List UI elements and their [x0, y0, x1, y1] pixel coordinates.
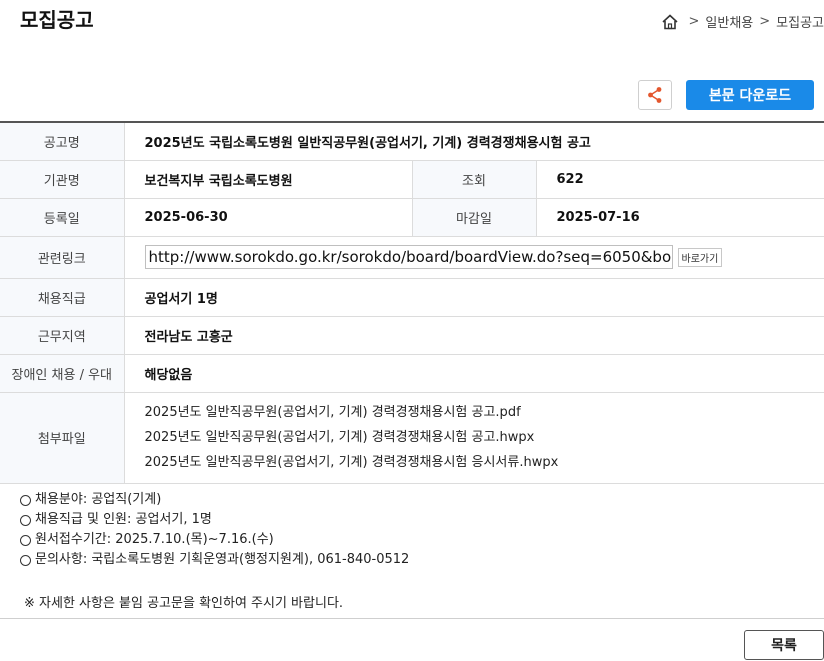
- label-title: 공고명: [0, 121, 125, 161]
- share-button[interactable]: [638, 80, 672, 110]
- list-button[interactable]: 목록: [744, 630, 824, 660]
- share-icon: [648, 87, 662, 103]
- note-text: 채용분야: 공업직(기계): [35, 492, 162, 507]
- breadcrumb-separator: >: [759, 14, 771, 29]
- value-link-cell: http://www.sorokdo.go.kr/sorokdo/board/b…: [124, 236, 824, 279]
- label-location: 근무지역: [0, 316, 125, 355]
- attachment-link[interactable]: 2025년도 일반직공무원(공업서기, 기계) 경력경쟁채용시험 공고.pdf: [145, 400, 824, 425]
- row-location: 근무지역 전라남도 고흥군: [0, 316, 824, 355]
- label-link: 관련링크: [0, 236, 125, 279]
- note-item: 문의사항: 국립소록도병원 기획운영과(행정지원계), 061-840-0512: [20, 550, 409, 570]
- download-body-button[interactable]: 본문 다운로드: [686, 80, 814, 110]
- note-text: 채용직급 및 인원: 공업서기, 1명: [35, 512, 212, 527]
- breadcrumb-item-general-hiring[interactable]: 일반채용: [705, 12, 753, 31]
- attachment-notice: ※ 자세한 사항은 붙임 공고문을 확인하여 주시기 바랍니다.: [24, 596, 344, 611]
- label-registered: 등록일: [0, 198, 125, 237]
- label-position: 채용직급: [0, 278, 125, 317]
- label-agency: 기관명: [0, 160, 125, 199]
- value-views: 622: [536, 160, 824, 199]
- breadcrumb: > 일반채용 > 모집공고: [661, 12, 824, 31]
- row-position: 채용직급 공업서기 1명: [0, 278, 824, 317]
- row-attachments: 첨부파일 2025년도 일반직공무원(공업서기, 기계) 경력경쟁채용시험 공고…: [0, 392, 824, 484]
- note-text: 원서접수기간: 2025.7.10.(목)~7.16.(수): [35, 532, 274, 547]
- circle-bullet-icon: [20, 554, 31, 566]
- value-position: 공업서기 1명: [124, 278, 824, 317]
- home-icon[interactable]: [661, 13, 679, 31]
- row-disability: 장애인 채용 / 우대 해당없음: [0, 354, 824, 393]
- row-dates: 등록일 2025-06-30 마감일 2025-07-16: [0, 198, 824, 237]
- note-item: 채용분야: 공업직(기계): [20, 490, 409, 510]
- value-registered: 2025-06-30: [124, 198, 413, 237]
- notice-detail-table: 공고명 2025년도 국립소록도병원 일반직공무원(공업서기, 기계) 경력경쟁…: [0, 121, 824, 484]
- go-link-button[interactable]: 바로가기: [677, 247, 723, 267]
- circle-bullet-icon: [20, 534, 31, 546]
- value-deadline: 2025-07-16: [536, 198, 824, 237]
- label-disability: 장애인 채용 / 우대: [0, 354, 125, 393]
- attachment-link[interactable]: 2025년도 일반직공무원(공업서기, 기계) 경력경쟁채용시험 응시서류.hw…: [145, 450, 824, 475]
- row-title: 공고명 2025년도 국립소록도병원 일반직공무원(공업서기, 기계) 경력경쟁…: [0, 121, 824, 161]
- circle-bullet-icon: [20, 494, 31, 506]
- attachment-link[interactable]: 2025년도 일반직공무원(공업서기, 기계) 경력경쟁채용시험 공고.hwpx: [145, 425, 824, 450]
- label-deadline: 마감일: [412, 198, 537, 237]
- breadcrumb-item-recruitment[interactable]: 모집공고: [776, 12, 824, 31]
- breadcrumb-separator: >: [688, 14, 700, 29]
- label-views: 조회: [412, 160, 537, 199]
- value-agency: 보건복지부 국립소록도병원: [124, 160, 413, 199]
- page-title: 모집공고: [20, 8, 94, 32]
- note-text: 문의사항: 국립소록도병원 기획운영과(행정지원계), 061-840-0512: [35, 552, 410, 567]
- attachment-list: 2025년도 일반직공무원(공업서기, 기계) 경력경쟁채용시험 공고.pdf …: [124, 392, 824, 484]
- note-item: 원서접수기간: 2025.7.10.(목)~7.16.(수): [20, 530, 409, 550]
- circle-bullet-icon: [20, 514, 31, 526]
- row-agency: 기관명 보건복지부 국립소록도병원 조회 622: [0, 160, 824, 199]
- row-link: 관련링크 http://www.sorokdo.go.kr/sorokdo/bo…: [0, 236, 824, 279]
- related-link-field[interactable]: http://www.sorokdo.go.kr/sorokdo/board/b…: [144, 245, 673, 269]
- note-item: 채용직급 및 인원: 공업서기, 1명: [20, 510, 409, 530]
- body-notes: 채용분야: 공업직(기계) 채용직급 및 인원: 공업서기, 1명 원서접수기간…: [20, 490, 409, 570]
- value-location: 전라남도 고흥군: [124, 316, 824, 355]
- value-title: 2025년도 국립소록도병원 일반직공무원(공업서기, 기계) 경력경쟁채용시험…: [124, 121, 824, 161]
- value-disability: 해당없음: [124, 354, 824, 393]
- label-attachments: 첨부파일: [0, 392, 125, 484]
- footer-divider: [0, 618, 824, 619]
